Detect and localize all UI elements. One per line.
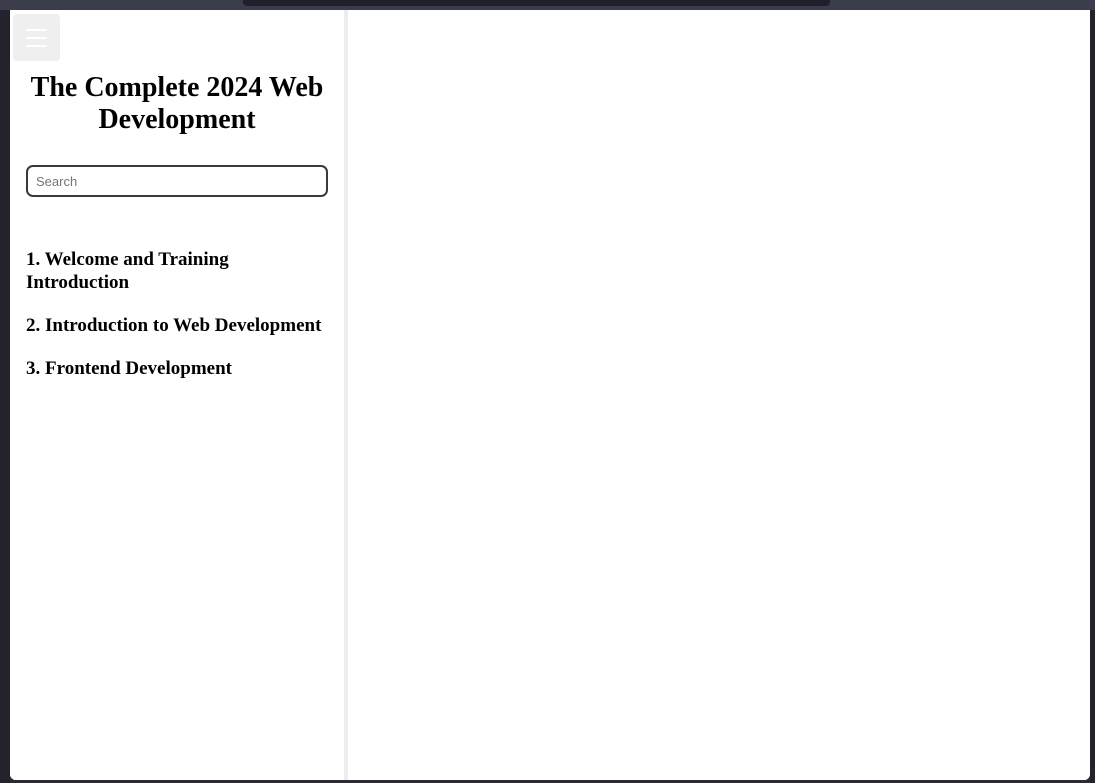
- browser-address-bar-edge: [243, 0, 830, 6]
- main-content: [348, 10, 1090, 780]
- hamburger-menu-icon-bottom: [26, 45, 47, 47]
- hamburger-menu-icon-middle: [26, 37, 47, 39]
- chapter-item-1[interactable]: 1. Welcome and Training Introduction: [26, 248, 326, 294]
- window-frame-right: [1090, 10, 1095, 783]
- chapter-item-2[interactable]: 2. Introduction to Web Development: [26, 314, 326, 337]
- chapter-list: 1. Welcome and Training Introduction 2. …: [26, 248, 326, 400]
- menu-toggle-button[interactable]: [13, 14, 60, 61]
- course-title: The Complete 2024 Web Development: [30, 72, 324, 135]
- search-input[interactable]: [26, 165, 328, 197]
- sidebar: The Complete 2024 Web Development 1. Wel…: [10, 10, 344, 780]
- chapter-item-3[interactable]: 3. Frontend Development: [26, 357, 326, 380]
- hamburger-menu-icon: [26, 29, 47, 31]
- app-window: The Complete 2024 Web Development 1. Wel…: [10, 10, 1090, 780]
- window-frame-left: [0, 10, 10, 783]
